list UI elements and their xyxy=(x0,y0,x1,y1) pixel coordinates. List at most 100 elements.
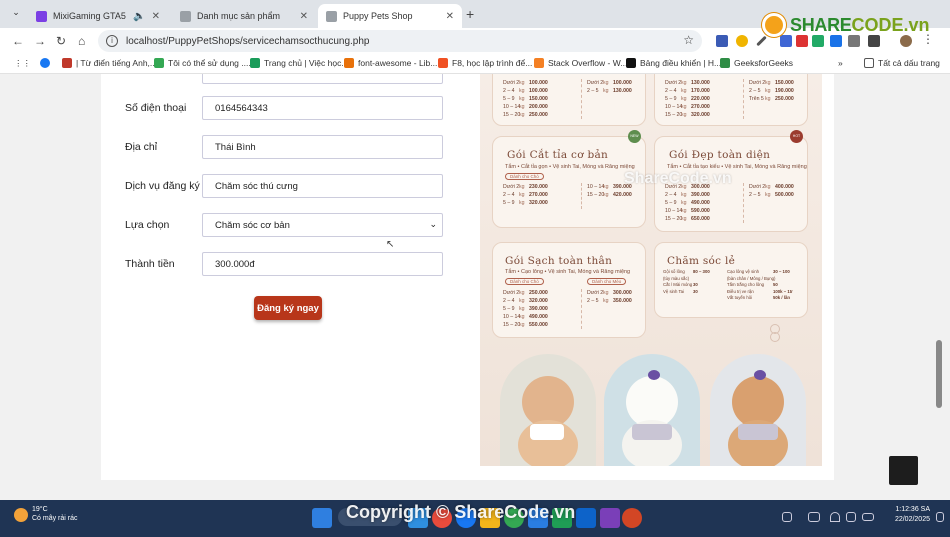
price-row-weight: 10 – 14 xyxy=(665,104,683,110)
price-row-weight: 5 – 9 xyxy=(665,96,677,102)
bookmark-star-icon[interactable]: ☆ xyxy=(683,33,694,47)
taskbar-app-icon[interactable] xyxy=(600,508,620,528)
dog-photo-arch xyxy=(500,354,596,466)
mouse-pointer-icon: ↖ xyxy=(386,239,395,250)
divider xyxy=(581,289,582,329)
price-row-unit: kg xyxy=(681,80,687,86)
service-price: 30 xyxy=(693,288,698,294)
service-row: Vắt tuyến hôi 50k / lần xyxy=(727,295,793,302)
close-tab-icon[interactable]: ✕ xyxy=(152,11,160,22)
price-row-price: 400.000 xyxy=(775,184,794,190)
price-rows: Dưới 2kg 230.000 2 – 4 kg 270.000 5 – 9 kg 320.… xyxy=(503,183,548,207)
price-row-weight: 10 – 14 xyxy=(503,104,521,110)
weather-widget[interactable]: 19°C Có mây rải rác xyxy=(32,505,78,523)
notification-bell-icon[interactable] xyxy=(936,512,944,522)
battery-icon[interactable] xyxy=(862,513,874,521)
bandana-icon xyxy=(632,424,672,440)
bookmark-trang-chu[interactable]: Trang chủ | Việc học... xyxy=(250,58,348,68)
bookmark-stack-overflow[interactable]: Stack Overflow - W... xyxy=(534,58,627,68)
floating-logo-button[interactable] xyxy=(889,456,918,485)
bookmark-f8[interactable]: F8, học lập trình để... xyxy=(438,58,532,68)
address-bar[interactable]: i localhost/PuppyPetShops/servicechamsoc… xyxy=(98,30,702,52)
bookmark-geeksforgeeks[interactable]: GeeksforGeeks xyxy=(720,58,793,68)
service-label: Dịch vụ đăng ký xyxy=(125,180,200,192)
bookmark-toi-co-the[interactable]: Tôi có thể sử dụng .... xyxy=(154,58,251,68)
option-select[interactable]: Chăm sóc cơ bản ⌄ xyxy=(202,213,443,237)
taskbar-clock[interactable]: 1:12:36 SA 22/02/2025 xyxy=(876,505,930,525)
hot-badge: HOT xyxy=(790,130,803,143)
service-price: 100k – 1tr xyxy=(773,288,793,294)
close-tab-icon[interactable]: ✕ xyxy=(446,11,454,22)
forward-arrow-icon[interactable]: → xyxy=(34,34,46,48)
price-row-weight: 5 – 9 xyxy=(503,200,515,206)
tab-mixigaming[interactable]: MixiGaming GTA5 Video Pl 🔈 ✕ xyxy=(28,4,168,28)
price-row-price: 100.000 xyxy=(529,88,548,94)
tab-label: Danh mục sản phẩm xyxy=(197,11,281,21)
w-icon xyxy=(250,58,260,68)
site-info-icon[interactable]: i xyxy=(106,35,118,47)
chevron-down-icon: ⌄ xyxy=(429,219,437,229)
all-bookmarks-label: Tất cả dấu trang xyxy=(878,58,940,68)
more-bookmarks-chevron-icon[interactable]: » xyxy=(838,58,843,68)
wifi-icon[interactable] xyxy=(830,512,840,522)
service-input[interactable]: Chăm sóc thú cưng xyxy=(202,174,443,198)
total-input[interactable]: 300.000đ xyxy=(202,252,443,276)
page-scrollbar[interactable] xyxy=(934,74,944,500)
price-row-weight: 15 – 20 xyxy=(503,322,521,328)
scrollbar-thumb[interactable] xyxy=(936,340,942,408)
phone-input[interactable]: 0164564343 xyxy=(202,96,443,120)
code-icon xyxy=(344,58,354,68)
price-row: 2 – 4 kg 270.000 xyxy=(503,191,548,199)
tab-label: Puppy Pets Shop xyxy=(343,11,413,21)
price-row-unit: kg xyxy=(519,112,525,118)
price-row-weight: 15 – 20 xyxy=(587,192,605,198)
weather-icon[interactable] xyxy=(14,508,28,522)
price-row-unit: kg xyxy=(681,216,687,222)
price-row-price: 500.000 xyxy=(775,192,794,198)
bookmark-bang-dieu-khien[interactable]: Bảng điều khiển | H... xyxy=(626,58,721,68)
price-row-unit: kg xyxy=(603,290,609,296)
page-viewport: Số điện thoại 0164564343 Địa chỉ Thái Bì… xyxy=(0,74,950,500)
price-row-weight: 2 – 5 xyxy=(749,88,761,94)
clock-time: 1:12:36 SA xyxy=(895,506,930,513)
price-row-unit: kg xyxy=(519,290,525,296)
taskbar-app-icon[interactable] xyxy=(576,508,596,528)
bookmark-font-awesome[interactable]: font-awesome - Lib... xyxy=(344,58,437,68)
all-bookmarks-folder[interactable]: Tất cả dấu trang xyxy=(864,58,940,68)
home-icon[interactable]: ⌂ xyxy=(78,34,85,48)
bookmark-facebook[interactable] xyxy=(40,58,54,68)
sharecode-logo: SHARE CODE.vn xyxy=(762,10,930,40)
audience-pill-dog: Dành cho Chó xyxy=(505,278,544,285)
tray-app-icon[interactable] xyxy=(808,512,820,522)
price-row: 10 – 14kg 200.000 xyxy=(503,103,548,111)
taskbar-app-icon[interactable] xyxy=(622,508,642,528)
bookmark-label: | Từ điển tiếng Anh,... xyxy=(76,58,157,68)
tray-chevron-icon[interactable] xyxy=(782,512,792,522)
price-row-weight: 2 – 4 xyxy=(503,298,515,304)
close-tab-icon[interactable]: ✕ xyxy=(300,11,308,22)
new-tab-button[interactable]: + xyxy=(466,6,474,22)
tab-puppy-pets-shop[interactable]: Puppy Pets Shop ✕ xyxy=(318,4,462,28)
register-button[interactable]: Đăng ký ngay xyxy=(254,296,322,320)
price-row-weight: 5 – 9 xyxy=(503,96,515,102)
bookmark-tu-dien[interactable]: | Từ điển tiếng Anh,... xyxy=(62,58,157,68)
price-row-weight: 15 – 20 xyxy=(503,112,521,118)
extension-icon[interactable] xyxy=(716,35,728,47)
price-row: Dưới 2kg 100.000 xyxy=(503,79,548,87)
weather-temp: 19°C xyxy=(32,506,48,513)
reload-icon[interactable]: ↻ xyxy=(56,34,66,48)
volume-icon[interactable] xyxy=(846,512,856,522)
name-input-partial[interactable] xyxy=(202,74,443,84)
address-input[interactable]: Thái Bình xyxy=(202,135,443,159)
divider xyxy=(743,79,744,119)
price-rows: Dưới 2kg 100.000 2 – 5 kg 130.000 xyxy=(587,79,632,95)
tab-danh-muc[interactable]: Danh mục sản phẩm ✕ xyxy=(172,4,316,28)
price-row-price: 150.000 xyxy=(775,80,794,86)
extension-icon[interactable] xyxy=(736,35,748,47)
tab-search-chevron-icon[interactable]: ⌄ xyxy=(10,7,22,19)
service-price: 80 – 300 xyxy=(693,269,710,274)
windows-start-icon[interactable] xyxy=(312,508,332,528)
apps-grid-icon[interactable]: ⋮⋮ xyxy=(14,58,31,69)
back-arrow-icon[interactable]: ← xyxy=(12,34,24,48)
price-row: 5 – 9 kg 490.000 xyxy=(665,199,710,207)
